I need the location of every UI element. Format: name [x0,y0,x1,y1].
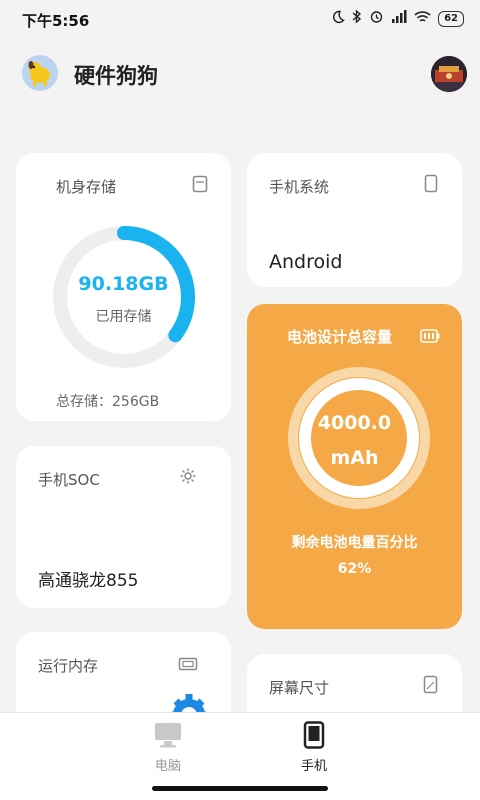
storage-ring [53,226,195,368]
status-time: 下午5:56 [22,12,90,30]
status-bar: 下午5:56 62 [0,0,480,40]
signal-icon [391,9,407,28]
battery-capacity-value: 4000.0 [317,412,392,434]
storage-title: 机身存储 [56,178,117,196]
storage-card[interactable]: 机身存储 90.18GB 已用存储 总存储：256GB [16,153,231,421]
soc-value: 高通骁龙855 [38,571,139,591]
app-logo [22,55,58,91]
alarm-icon [369,9,384,28]
battery-capacity-unit: mAh [330,447,379,469]
storage-total-label: 总存储：256GB [56,394,160,410]
monitor-icon [128,721,208,753]
system-card[interactable]: 手机系统 Android [247,153,462,287]
phone-icon [274,721,354,753]
storage-used-value: 90.18GB [78,273,169,295]
sd-card-icon [192,175,208,197]
battery-title: 电池设计总容量 [287,328,393,346]
home-indicator[interactable] [152,786,328,791]
soc-card[interactable]: 手机SOC 高通骁龙855 [16,446,231,608]
chip-settings-icon [179,467,197,489]
app-title: 硬件狗狗 [74,64,158,88]
storage-used-label: 已用存储 [95,309,152,325]
phone-outline-icon [424,174,438,197]
avatar[interactable] [431,56,467,92]
battery-ring [288,367,430,509]
battery-icon [420,328,440,347]
nav-item-phone[interactable]: 手机 [274,721,354,774]
soc-title: 手机SOC [38,471,100,489]
nav-label-phone: 手机 [300,759,327,774]
bluetooth-icon [352,9,362,28]
system-title: 手机系统 [269,178,330,196]
ram-title: 运行内存 [38,657,99,675]
battery-remaining-label: 剩余电池电量百分比 [291,535,418,551]
screen-size-icon [423,675,438,698]
battery-remaining-percent: 62% [337,561,372,577]
battery-card[interactable]: 电池设计总容量 4000.0 mAh 剩余电池电量百分比 62% [247,304,462,629]
wifi-icon [414,9,431,28]
screen-title: 屏幕尺寸 [269,679,330,697]
system-value: Android [269,251,343,273]
status-icons: 62 [331,9,464,28]
nav-item-computer[interactable]: 电脑 [128,721,208,774]
moon-icon [331,9,345,28]
nav-label-computer: 电脑 [154,759,181,774]
memory-chip-icon [178,656,198,675]
battery-level: 62 [438,10,464,27]
